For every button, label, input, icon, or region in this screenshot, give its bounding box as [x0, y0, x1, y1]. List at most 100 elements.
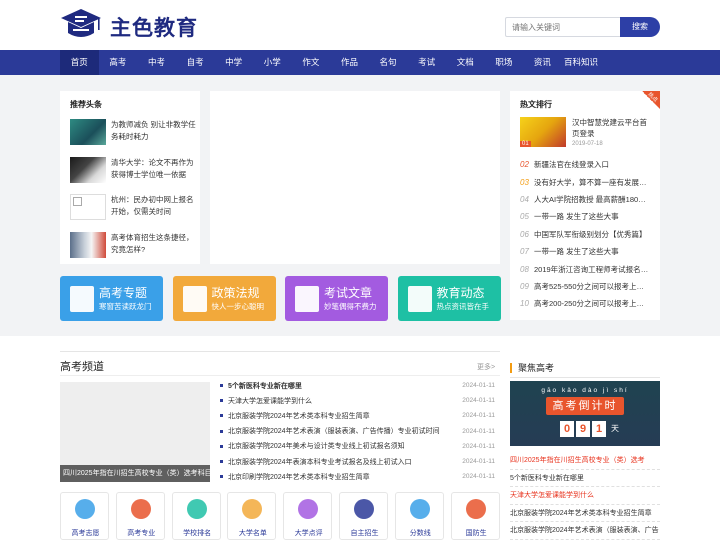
nav-item[interactable]: 资讯 [523, 50, 562, 75]
feature-image[interactable]: 四川2025年指在川招生高校专业（类）选考科目要求 [60, 382, 210, 482]
focus-item[interactable]: 北京服装学院2024年艺术表演（服装表演、广告 [510, 522, 660, 540]
tile-title: 教育动态 [436, 286, 485, 300]
hot-item[interactable]: 07 一带一路 发生了这些大事 [520, 243, 650, 260]
quick-link-label: 自主招生 [350, 530, 379, 537]
news-item[interactable]: 北京服装学院2024年艺术类本科专业招生简章 2024-01-11 [220, 408, 495, 423]
hot-top-item[interactable]: 汉中智慧党建云平台首页登录 2019-07-18 [520, 117, 652, 147]
quick-link-label: 学校排名 [183, 530, 212, 537]
hot-item[interactable]: 04 人大AI学院招教授 最高薪酬180万元 [520, 191, 650, 208]
category-tile[interactable]: 考试文章 妙笔偶得不费力 [285, 276, 388, 321]
header: 主色教育 搜索 [0, 0, 720, 50]
headline-item[interactable]: 清华大学：论文不再作为获得博士学位唯一依据 [70, 156, 200, 195]
headline-item[interactable]: 为教师减负 别让非教学任务耗时耗力 [70, 119, 200, 157]
news-date: 2024-01-11 [462, 427, 495, 435]
focus-item[interactable]: 天津大学怎爱课能学到什么 [510, 487, 660, 505]
nav-item[interactable]: 考试 [407, 50, 446, 75]
quick-link[interactable]: 大学点评 [283, 492, 333, 540]
news-item[interactable]: 北京服装学院2024年艺术表演（服装表演、广告传播）专业初试时间 2024-01-… [220, 424, 495, 439]
nav-item[interactable]: 高考 [99, 50, 138, 75]
focus-item[interactable]: 北京服装学院2024年艺术类本科专业招生简章 [510, 505, 660, 523]
quick-link[interactable]: 分数线 [394, 492, 444, 540]
focus-list: 四川2025年指在川招生高校专业（类）选考 5个新医科专业新在哪里 天津大学怎爱课能… [510, 452, 660, 540]
hot-item[interactable]: 09 高考525-550分之间可以报考上什么大学 [520, 278, 650, 295]
search-button[interactable]: 搜索 [620, 17, 660, 37]
quick-link[interactable]: 高考专业 [115, 492, 165, 540]
nav-item[interactable]: 小学 [253, 50, 292, 75]
news-item[interactable]: 5个新医科专业新在哪里 2024-01-11 [220, 378, 495, 393]
news-date: 2024-01-11 [462, 412, 495, 420]
hot-text: 2019年浙江咨询工程师考试报名流程 [534, 264, 650, 274]
search-input[interactable] [505, 17, 621, 37]
tile-subtitle: 快人一步心聪明 [211, 302, 265, 311]
news-item[interactable]: 天津大学怎爱课能学到什么 2024-01-11 [220, 393, 495, 408]
news-date: 2024-01-11 [462, 382, 495, 390]
nav-item[interactable]: 中考 [137, 50, 176, 75]
quick-links: 高考志愿 高考专业 学校排名 大学名单 大学点评 自主招生 分数线 国防生 [60, 492, 500, 540]
hot-title: 热文排行 [520, 100, 552, 109]
quick-link-label: 高考专业 [127, 530, 156, 537]
hot-rank: 07 [520, 247, 529, 257]
countdown-title: 高考倒计时 [546, 397, 624, 415]
headline-title: 推荐头条 [70, 100, 102, 109]
countdown-banner[interactable]: gāo kǎo dào jì shí 高考倒计时 091天 [510, 381, 660, 446]
main-nav: 首页 高考 中考 自考 中学 小学 作文 作品 名句 考试 文档 职场 资讯 百科知识 [0, 50, 720, 75]
quick-link[interactable]: 高考志愿 [60, 492, 109, 540]
nav-item[interactable]: 中学 [214, 50, 253, 75]
news-item[interactable]: 北京服装学院2024年表演本科专业考试报名及线上初试入口 2024-01-11 [220, 454, 495, 469]
nav-item[interactable]: 职场 [485, 50, 524, 75]
hot-text: 高考200-250分之间可以报考上什么大学 [534, 299, 650, 309]
news-title: 5个新医科专业新在哪里 [228, 382, 302, 390]
hot-item[interactable]: 10 高考200-250分之间可以报考上什么大学 [520, 295, 650, 312]
nav-item[interactable]: 首页 [60, 50, 99, 75]
quick-link[interactable]: 自主招生 [339, 492, 388, 540]
nav-item[interactable]: 作品 [330, 50, 369, 75]
headline-item[interactable]: 高考体育招生这条捷径，究竟怎样? [70, 231, 200, 270]
divider [510, 377, 660, 378]
news-item[interactable]: 北京印刷学院2024年艺术类本科专业招生简章 2024-01-11 [220, 469, 495, 484]
tile-icon [295, 286, 319, 312]
nav-item[interactable]: 文档 [446, 50, 485, 75]
headline-text: 杭州：民办初中网上报名开始，仅需关时间 [111, 195, 194, 216]
news-item[interactable]: 北京服装学院2024年美术与设计类专业线上初试报名须知 2024-01-11 [220, 439, 495, 454]
quick-link[interactable]: 学校排名 [171, 492, 221, 540]
tile-title: 高考专题 [99, 286, 148, 300]
focus-item[interactable]: 5个新医科专业新在哪里 [510, 470, 660, 488]
bullet-icon [220, 414, 223, 418]
logo-icon[interactable] [60, 8, 102, 42]
hot-item[interactable]: 02 新疆法官在线登录入口 [520, 156, 650, 173]
quick-link-icon [242, 499, 263, 519]
tile-icon [182, 286, 207, 312]
hot-item[interactable]: 03 没有好大学，算不算一座有发展潜力的城市 [520, 173, 650, 190]
nav-item[interactable]: 自考 [176, 50, 215, 75]
hot-rank: 04 [520, 194, 529, 204]
quick-link-label: 大学名单 [238, 530, 267, 537]
nav-item[interactable]: 作文 [292, 50, 331, 75]
hot-card: 热文排行 热点 汉中智慧党建云平台首页登录 2019-07-18 02新疆法官在… [510, 91, 660, 320]
hot-item[interactable]: 05 一带一路 发生了这些大事 [520, 208, 650, 225]
headline-thumb [70, 194, 106, 220]
hot-item[interactable]: 08 2019年浙江咨询工程师考试报名流程 [520, 260, 650, 277]
headline-item[interactable]: 杭州：民办初中网上报名开始，仅需关时间 [70, 194, 200, 232]
site-name[interactable]: 主色教育 [110, 12, 198, 42]
tile-title: 政策法规 [211, 286, 260, 300]
quick-link-label: 分数线 [409, 530, 431, 537]
nav-list: 首页 高考 中考 自考 中学 小学 作文 作品 名句 考试 文档 职场 资讯 百科知识 [60, 50, 600, 75]
hot-top-date: 2019-07-18 [572, 141, 603, 147]
nav-item[interactable]: 名句 [369, 50, 408, 75]
hot-text: 中国军队军衔级别划分【优秀篇】 [534, 229, 647, 239]
hot-text: 一带一路 发生了这些大事 [534, 247, 619, 257]
gaokao-title: 高考频道 [60, 361, 104, 373]
hot-item[interactable]: 06 中国军队军衔级别划分【优秀篇】 [520, 226, 650, 243]
category-tile[interactable]: 高考专题 寒窗苦读跃龙门 [60, 276, 163, 321]
quick-link-icon [465, 499, 486, 519]
quick-link[interactable]: 国防生 [450, 492, 500, 540]
banner-carousel[interactable] [210, 91, 500, 264]
nav-item[interactable]: 百科知识 [562, 50, 601, 75]
focus-item[interactable]: 四川2025年指在川招生高校专业（类）选考 [510, 452, 660, 470]
tile-icon [407, 286, 432, 312]
hot-text: 新疆法官在线登录入口 [534, 160, 609, 170]
category-tile[interactable]: 政策法规快人一步心聪明 [172, 276, 276, 321]
category-tile[interactable]: 教育动态 热点资讯皆在手 [397, 276, 501, 321]
quick-link[interactable]: 大学名单 [227, 492, 277, 540]
more-link[interactable]: 更多> [477, 362, 495, 372]
